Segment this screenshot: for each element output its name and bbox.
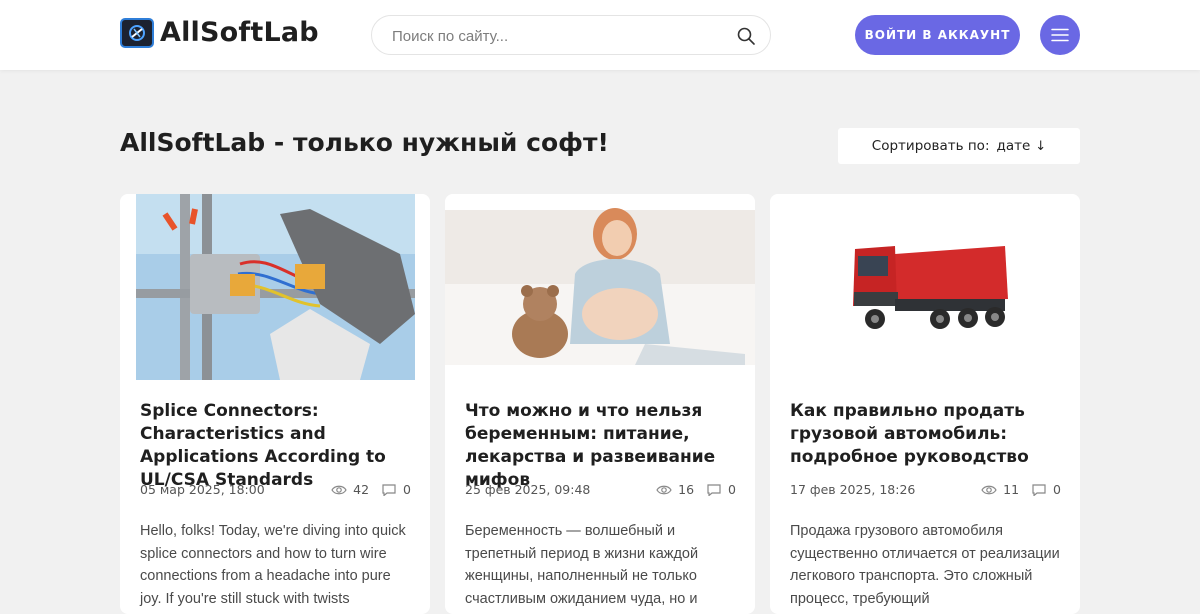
article-title[interactable]: Как правильно продать грузовой автомобил… [790,400,1065,469]
article-excerpt: Беременность — волшебный и трепетный пер… [465,523,699,607]
article-card[interactable]: Splice Connectors: Characteristics and A… [120,194,430,614]
page-title: AllSoftLab - только нужный софт! [120,128,609,157]
comment-icon [1032,483,1046,496]
eye-icon [331,485,347,494]
search-box [371,15,771,55]
views-count: 42 [353,482,370,497]
site-header: AllSoftLab ВОЙТИ В АККАУНТ [0,0,1200,70]
comments-count: 0 [728,482,736,497]
login-button[interactable]: ВОЙТИ В АККАУНТ [855,15,1020,55]
site-logo[interactable]: AllSoftLab [120,17,319,48]
article-meta: 05 мар 2025, 18:00 42 0 [140,482,411,498]
article-date: 25 фев 2025, 09:48 [465,482,591,497]
logo-icon [120,17,154,48]
article-date: 05 мар 2025, 18:00 [140,482,265,497]
article-image[interactable] [120,194,430,380]
article-meta: 25 фев 2025, 09:48 16 0 [465,482,736,498]
sort-dropdown[interactable]: Сортировать по: дате ↓ [838,128,1080,164]
hamburger-icon [1051,28,1069,42]
article-title[interactable]: Splice Connectors: Characteristics and A… [140,400,415,492]
article-card[interactable]: Что можно и что нельзя беременным: питан… [445,194,755,614]
eye-icon [656,485,672,494]
comments-count: 0 [403,482,411,497]
eye-icon [981,485,997,494]
article-title[interactable]: Что можно и что нельзя беременным: питан… [465,400,740,492]
comments-count: 0 [1053,482,1061,497]
comment-icon [707,483,721,496]
menu-button[interactable] [1040,15,1080,55]
article-date: 17 фев 2025, 18:26 [790,482,916,497]
article-meta: 17 фев 2025, 18:26 11 0 [790,482,1061,498]
logo-text: AllSoftLab [160,17,319,48]
article-stats: 11 0 [981,482,1061,497]
article-image[interactable] [445,194,755,380]
search-input[interactable] [392,24,722,48]
sort-value: дате [996,138,1031,154]
article-stats: 16 0 [656,482,736,497]
article-card[interactable]: Как правильно продать грузовой автомобил… [770,194,1080,614]
arrow-down-icon: ↓ [1035,138,1047,154]
search-icon[interactable] [736,26,756,46]
article-excerpt: Hello, folks! Today, we're diving into q… [140,523,406,607]
views-count: 11 [1003,482,1020,497]
views-count: 16 [678,482,695,497]
article-image[interactable] [770,194,1080,380]
article-stats: 42 0 [331,482,411,497]
sort-label: Сортировать по: [871,138,990,154]
article-excerpt: Продажа грузового автомобиля существенно… [790,523,1060,607]
comment-icon [382,483,396,496]
